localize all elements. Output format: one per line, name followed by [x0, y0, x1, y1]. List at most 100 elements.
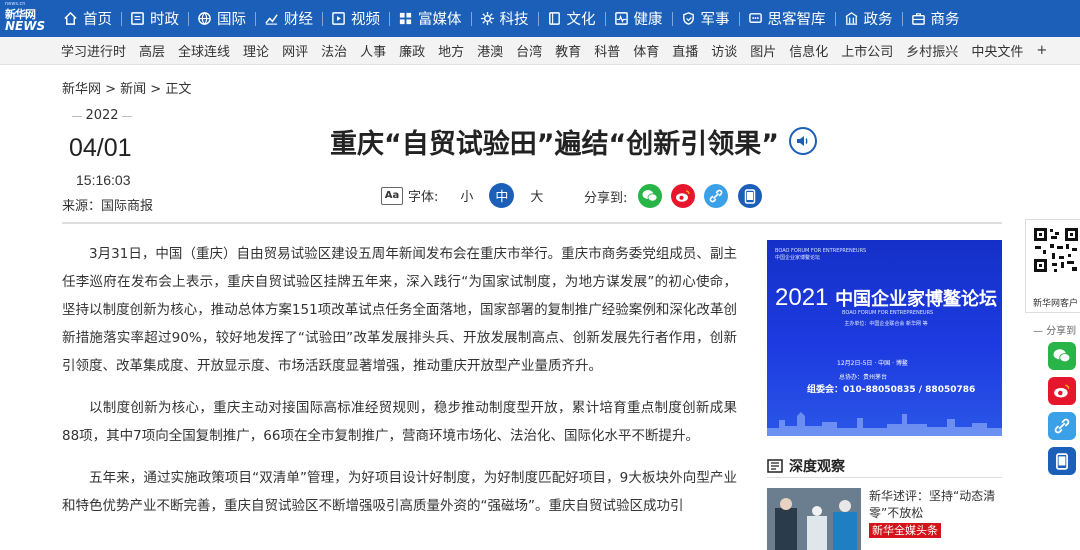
- font-size-small[interactable]: 小: [460, 186, 473, 205]
- nav-item-0[interactable]: 首页: [54, 0, 121, 37]
- link-icon: [709, 189, 723, 203]
- nav-item-7[interactable]: 文化: [537, 0, 605, 37]
- wechat-icon: [1053, 349, 1071, 363]
- side-share-mobile-button[interactable]: [1048, 447, 1076, 475]
- forum-ad-banner[interactable]: BOAO FORUM FOR ENTREPRENEURS 中国企业家博鳌论坛 2…: [767, 240, 1002, 436]
- subnav-item[interactable]: 信息化: [789, 41, 828, 60]
- nav-item-label: 文化: [566, 12, 596, 28]
- qr-code-label: 新华网客户: [1033, 299, 1079, 309]
- news-headline-link[interactable]: 新华述评：坚持“动态清零”不放松: [869, 488, 999, 522]
- font-size-large[interactable]: 大: [530, 186, 543, 205]
- article-body: 3月31日，中国（重庆）自由贸易试验区建设五周年新闻发布会在重庆市举行。重庆市商…: [62, 240, 737, 534]
- gear-icon: [480, 11, 495, 26]
- news-tag-badge[interactable]: 新华全媒头条: [869, 523, 941, 538]
- nav-item-label: 视频: [351, 12, 380, 28]
- nav-item-3[interactable]: 财经: [255, 0, 322, 37]
- weibo-icon: [676, 190, 690, 202]
- subnav-item[interactable]: 乡村振兴: [906, 41, 958, 60]
- title-divider: [62, 222, 1002, 224]
- subnav-item[interactable]: 访谈: [711, 41, 737, 60]
- speaker-icon: [797, 136, 808, 146]
- nav-item-label: 思客智库: [767, 12, 826, 28]
- ad-headline: 2021 中国企业家博鳌论坛: [775, 284, 997, 312]
- side-share-label: — 分享到: [1033, 326, 1077, 337]
- wechat-icon: [642, 190, 658, 202]
- nav-item-label: 军事: [700, 12, 730, 28]
- subnav-item[interactable]: 网评: [282, 41, 308, 60]
- subnav-item[interactable]: 上市公司: [841, 41, 893, 60]
- read-aloud-button[interactable]: [789, 127, 817, 155]
- article-paragraph: 3月31日，中国（重庆）自由贸易试验区建设五周年新闻发布会在重庆市举行。重庆市商…: [62, 246, 737, 374]
- share-wechat-button[interactable]: [638, 184, 662, 208]
- building-icon: [844, 11, 859, 26]
- ad-name: 中国企业家博鳌论坛: [835, 289, 998, 310]
- subnav-item[interactable]: 地方: [438, 41, 464, 60]
- side-share-wechat-button[interactable]: [1048, 342, 1076, 370]
- newspaper-icon: [767, 458, 783, 473]
- publish-month-day: 04/01: [69, 134, 132, 162]
- ad-org-cn: 中国企业家博鳌论坛: [775, 255, 821, 261]
- font-label: 字体:: [408, 190, 439, 205]
- side-share-text: 分享到: [1046, 326, 1077, 337]
- ad-sponsor: 总协办：贵州茅台: [839, 374, 888, 381]
- font-size-bar: Aa 字体: 小 中 大: [381, 183, 553, 208]
- nav-item-9[interactable]: 军事: [671, 0, 739, 37]
- subnav-item[interactable]: 全球连线: [178, 41, 230, 60]
- side-share-weibo-button[interactable]: [1048, 377, 1076, 405]
- deep-observation-header: 深度观察: [767, 454, 1002, 478]
- subnav-item[interactable]: 教育: [555, 41, 581, 60]
- nav-item-12[interactable]: 商务: [901, 0, 969, 37]
- nav-item-1[interactable]: 时政: [121, 0, 188, 37]
- nav-item-label: 富媒体: [418, 12, 462, 28]
- subnav-item[interactable]: 法治: [321, 41, 347, 60]
- subnav-item[interactable]: 廉政: [399, 41, 425, 60]
- grid-icon: [398, 11, 413, 26]
- nav-item-5[interactable]: 富媒体: [389, 0, 471, 37]
- subnav-item[interactable]: 中央文件: [971, 41, 1023, 60]
- heart-pulse-icon: [614, 11, 629, 26]
- subnav-item[interactable]: 图片: [750, 41, 776, 60]
- chat-icon: [748, 11, 763, 26]
- subnav-item[interactable]: 港澳: [477, 41, 503, 60]
- nav-item-4[interactable]: 视频: [322, 0, 389, 37]
- subnav-item[interactable]: 高层: [139, 41, 165, 60]
- breadcrumb[interactable]: 新华网 > 新闻 > 正文: [62, 78, 191, 97]
- ad-name-en: BOAO FORUM FOR ENTREPRENEURS: [842, 310, 934, 316]
- publish-time: 15:16:03: [76, 172, 131, 188]
- ad-phone: 组委会：010-88050835 / 88050786: [807, 385, 976, 395]
- nav-item-2[interactable]: 国际: [188, 0, 255, 37]
- qr-code-icon: [1032, 226, 1080, 274]
- subnav-item[interactable]: 直播: [672, 41, 698, 60]
- news-thumbnail[interactable]: [767, 488, 861, 550]
- mobile-icon: [744, 188, 756, 204]
- nav-item-label: 时政: [150, 12, 179, 28]
- xinhua-logo[interactable]: news.cn 新华网 NEWS: [3, 0, 51, 37]
- nav-item-8[interactable]: 健康: [604, 0, 672, 37]
- share-weibo-button[interactable]: [671, 184, 695, 208]
- briefcase-icon: [911, 11, 926, 26]
- book-icon: [547, 11, 562, 26]
- subnav-more-button[interactable]: +: [1036, 43, 1047, 58]
- subnav-item[interactable]: 体育: [633, 41, 659, 60]
- share-link-button[interactable]: [704, 184, 728, 208]
- subnav-item[interactable]: 人事: [360, 41, 386, 60]
- top-nav: news.cn 新华网 NEWS 首页 时政 国际 财经 视频 富媒体 科技 文化 健康 军事 思客…: [0, 0, 1080, 37]
- side-share-link-button[interactable]: [1048, 412, 1076, 440]
- nav-item-label: 科技: [499, 12, 529, 28]
- subnav-item[interactable]: 科普: [594, 41, 620, 60]
- publish-year: 2022: [72, 108, 132, 123]
- subnav-item[interactable]: 理论: [243, 41, 269, 60]
- nav-item-11[interactable]: 政务: [834, 0, 902, 37]
- link-icon: [1054, 418, 1070, 434]
- subnav-item[interactable]: 台湾: [516, 41, 542, 60]
- nav-item-10[interactable]: 思客智库: [738, 0, 835, 37]
- globe-icon: [197, 11, 212, 26]
- share-mobile-button[interactable]: [738, 184, 762, 208]
- subnav-item[interactable]: 学习进行时: [61, 41, 126, 60]
- nav-item-label: 政务: [863, 12, 893, 28]
- sub-nav: 学习进行时 高层 全球连线 理论 网评 法治 人事 廉政 地方 港澳 台湾 教育 科普 体育 直播 访谈 图片信…: [0, 37, 1080, 65]
- page-title: 重庆“自贸试验田”遍结“创新引领果”: [330, 129, 779, 160]
- nav-item-6[interactable]: 科技: [470, 0, 538, 37]
- font-icon: Aa: [381, 186, 403, 205]
- font-size-medium[interactable]: 中: [489, 183, 515, 208]
